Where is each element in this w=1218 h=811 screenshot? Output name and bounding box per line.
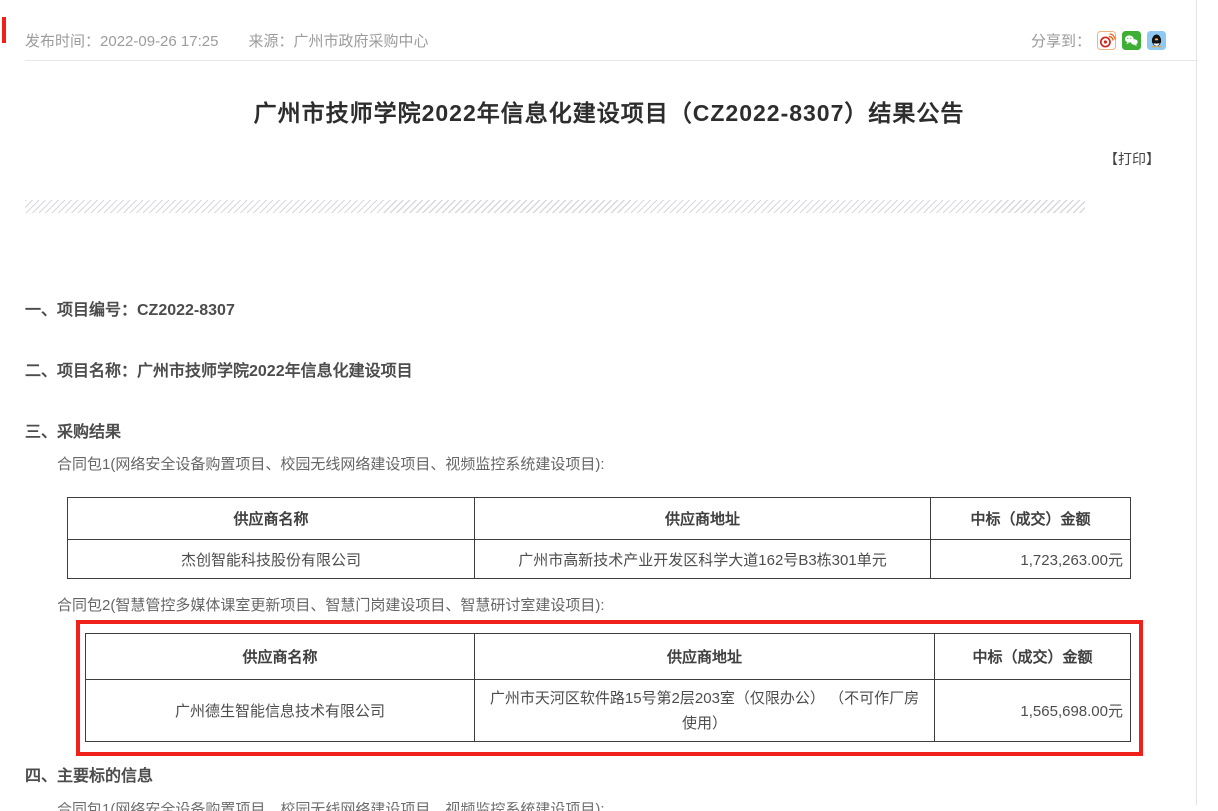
table-row: 广州德生智能信息技术有限公司 广州市天河区软件路15号第2层203室（仅限办公）… (86, 680, 1131, 742)
meta-bar: 发布时间：2022-09-26 17:25 来源：广州市政府采购中心 分享到： (0, 0, 1218, 51)
page-title: 广州市技师学院2022年信息化建设项目（CZ2022-8307）结果公告 (0, 97, 1218, 129)
table-row: 杰创智能科技股份有限公司 广州市高新技术产业开发区科学大道162号B3栋301单… (68, 540, 1131, 579)
table-header-row: 供应商名称 供应商地址 中标（成交）金额 (86, 634, 1131, 680)
supplier-address-cell: 广州市天河区软件路15号第2层203室（仅限办公） （不可作厂房使用） (475, 680, 935, 742)
weibo-share-icon[interactable] (1097, 31, 1116, 50)
section-project-name: 二、项目名称：广州市技师学院2022年信息化建设项目 (25, 363, 1218, 380)
red-highlight-box: 供应商名称 供应商地址 中标（成交）金额 广州德生智能信息技术有限公司 广州市天… (76, 620, 1143, 756)
share-label: 分享到： (1031, 30, 1091, 51)
col-header-supplier-address: 供应商地址 (475, 634, 935, 680)
table-header-row: 供应商名称 供应商地址 中标（成交）金额 (68, 498, 1131, 540)
supplier-address-cell: 广州市高新技术产业开发区科学大道162号B3栋301单元 (475, 540, 931, 579)
clipped-bottom-text: 合同包1(网络安全设备购置项目、校园无线网络建设项目、视频监控系统建设项目): (57, 802, 1218, 811)
source-label: 来源： (248, 33, 293, 50)
award-amount-cell: 1,565,698.00元 (935, 680, 1131, 742)
publish-time-label: 发布时间： (25, 33, 100, 50)
page-right-border (1196, 0, 1197, 805)
announcement-body: 一、项目编号：CZ2022-8307 二、项目名称：广州市技师学院2022年信息… (0, 302, 1218, 811)
package2-caption: 合同包2(智慧管控多媒体课室更新项目、智慧门岗建设项目、智慧研讨室建设项目): (57, 598, 1218, 614)
share-bar: 分享到： (1031, 30, 1166, 51)
package1-result-table: 供应商名称 供应商地址 中标（成交）金额 杰创智能科技股份有限公司 广州市高新技… (67, 497, 1131, 579)
section-project-number: 一、项目编号：CZ2022-8307 (25, 302, 1218, 319)
hatched-divider (25, 200, 1085, 213)
col-header-supplier-address: 供应商地址 (475, 498, 931, 540)
supplier-address-text: 广州市天河区软件路15号第2层203室（仅限办公） （不可作厂房使用） (475, 682, 934, 740)
red-annotation-tick (2, 17, 6, 43)
supplier-name-cell: 广州德生智能信息技术有限公司 (86, 680, 475, 742)
header-divider (25, 60, 1196, 61)
package1-caption: 合同包1(网络安全设备购置项目、校园无线网络建设项目、视频监控系统建设项目): (57, 457, 1218, 473)
print-row: 【打印】 (0, 149, 1218, 169)
section-main-subject-info: 四、主要标的信息 (25, 768, 1218, 785)
col-header-award-amount: 中标（成交）金额 (931, 498, 1131, 540)
source-value: 广州市政府采购中心 (293, 33, 428, 50)
col-header-award-amount: 中标（成交）金额 (935, 634, 1131, 680)
supplier-name-cell: 杰创智能科技股份有限公司 (68, 540, 475, 579)
wechat-share-icon[interactable] (1122, 31, 1141, 50)
publish-info: 发布时间：2022-09-26 17:25 来源：广州市政府采购中心 (25, 30, 428, 51)
publish-time-value: 2022-09-26 17:25 (100, 33, 218, 50)
award-amount-cell: 1,723,263.00元 (931, 540, 1131, 579)
print-button[interactable]: 【打印】 (1104, 151, 1160, 167)
package2-result-table: 供应商名称 供应商地址 中标（成交）金额 广州德生智能信息技术有限公司 广州市天… (85, 633, 1131, 742)
col-header-supplier-name: 供应商名称 (86, 634, 475, 680)
section-procurement-result: 三、采购结果 (25, 424, 1218, 441)
col-header-supplier-name: 供应商名称 (68, 498, 475, 540)
qq-share-icon[interactable] (1147, 31, 1166, 50)
procurement-announcement-page: { "colors": { "highlight_red": "#f0211a"… (0, 0, 1218, 805)
